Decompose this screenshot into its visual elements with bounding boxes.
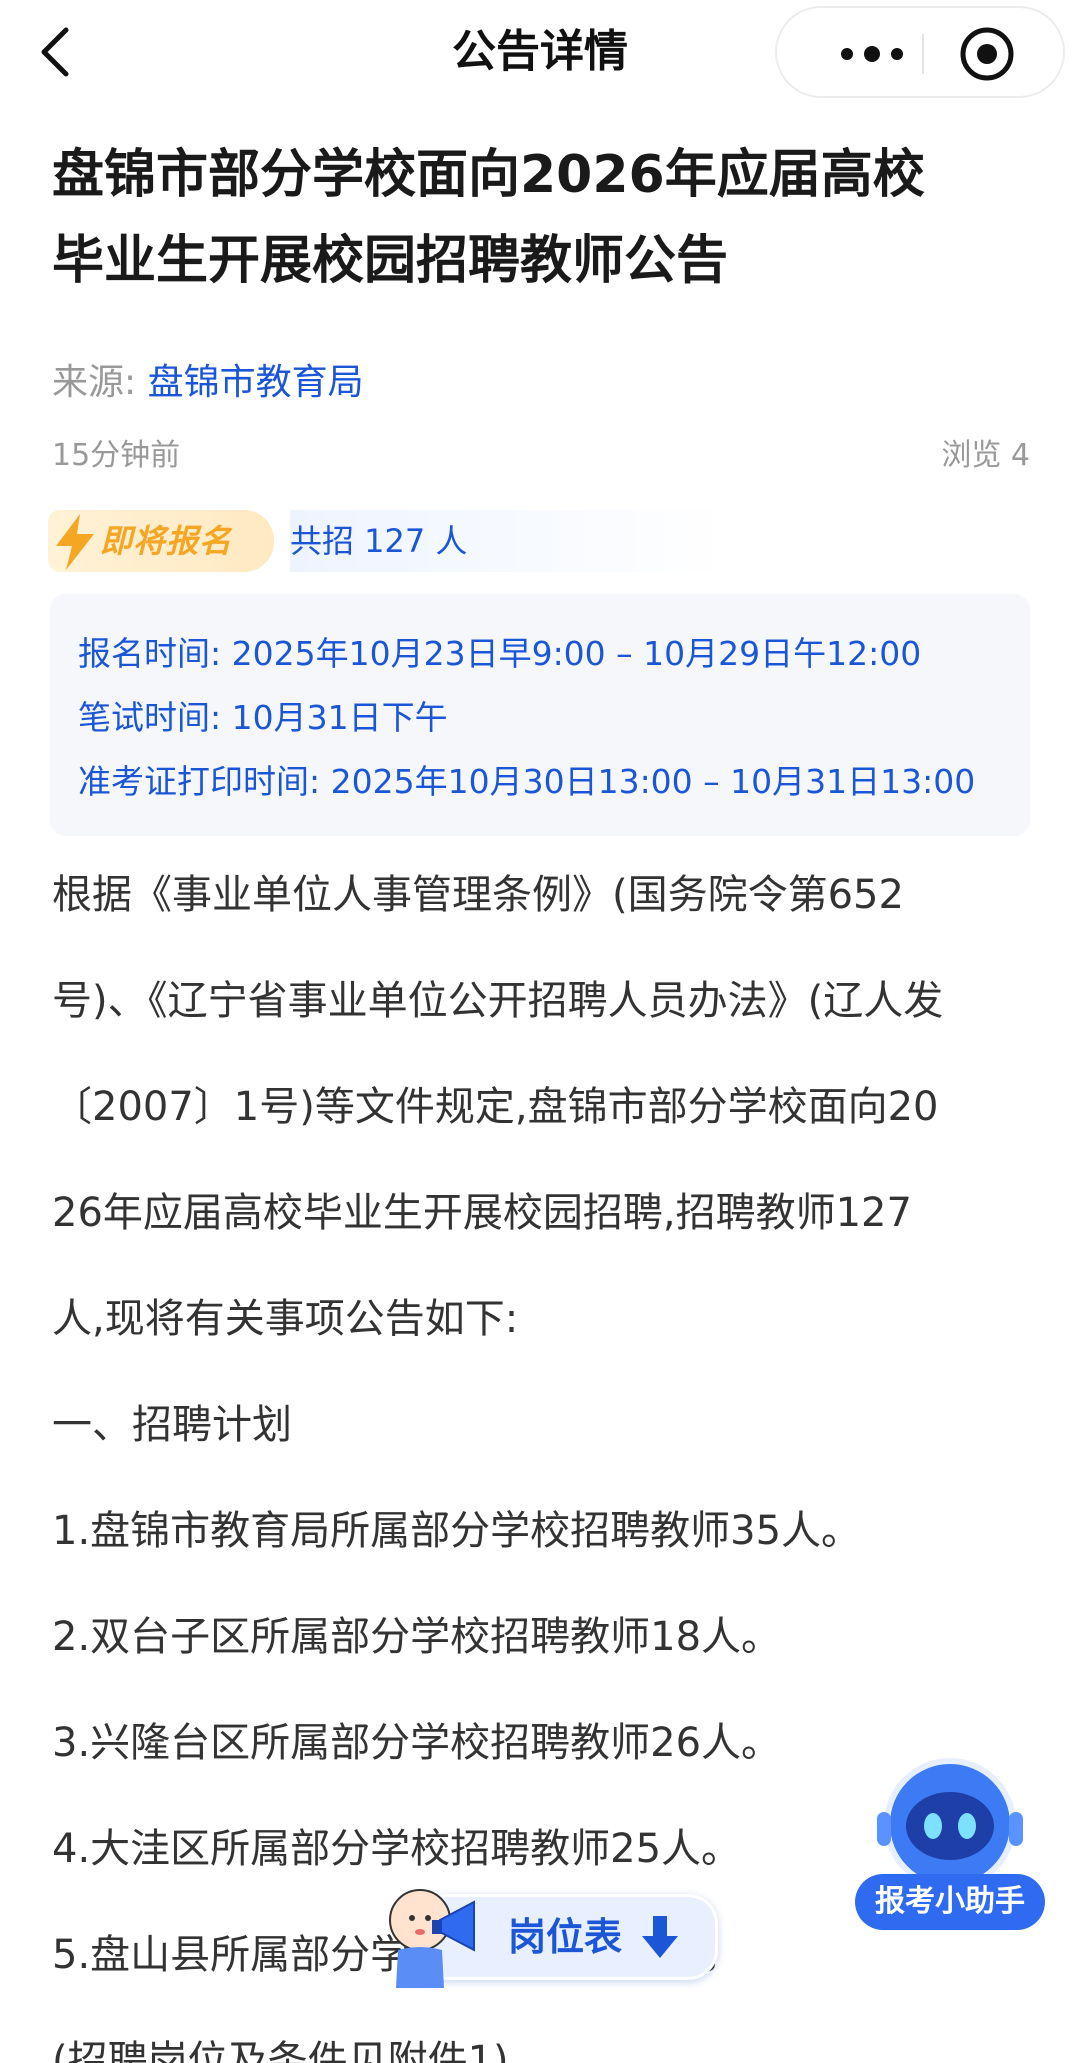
lightning-icon	[56, 514, 94, 570]
admission-print-time: 准考证打印时间: 2025年10月30日13:00 – 10月31日13:00	[78, 762, 976, 801]
article-title-line-2: 毕业生开展校园招聘教师公告	[52, 231, 729, 291]
body-line: 号)、《辽宁省事业单位公开招聘人员办法》(辽人发	[52, 978, 944, 1024]
exam-time: 笔试时间: 10月31日下午	[78, 698, 448, 737]
body-line: 26年应届高校毕业生开展校园招聘,招聘教师127	[52, 1190, 912, 1236]
source-link[interactable]: 盘锦市教育局	[148, 362, 364, 403]
mini-program-capsule	[775, 6, 1065, 98]
view-count: 浏览 4	[941, 438, 1030, 473]
job-table-button[interactable]: 岗位表	[378, 1880, 718, 1990]
exam-assistant-button[interactable]: 报考小助手	[855, 1752, 1045, 1940]
megaphone-mascot-icon	[389, 1889, 475, 1988]
navigation-bar: 公告详情	[0, 0, 1080, 108]
body-line: 1.盘锦市教育局所属部分学校招聘教师35人。	[52, 1508, 862, 1554]
source-label: 来源:	[52, 362, 137, 403]
article-meta: 15分钟前 浏览 4	[52, 434, 1030, 478]
robot-assistant-icon	[877, 1758, 1023, 1890]
article-source: 来源: 盘锦市教育局	[52, 358, 364, 408]
body-line: 2.双台子区所属部分学校招聘教师18人。	[52, 1614, 782, 1660]
assistant-label: 报考小助手	[855, 1874, 1045, 1930]
status-strip: 即将报名 共招 127 人	[48, 510, 730, 572]
more-dots-icon[interactable]	[817, 26, 927, 82]
body-line: 人,现将有关事项公告如下:	[52, 1296, 519, 1342]
article-title-line-1: 盘锦市部分学校面向2026年应届高校	[52, 145, 925, 205]
down-arrow-icon	[642, 1916, 678, 1958]
status-badge-label: 即将报名	[100, 522, 233, 560]
recruit-quota: 共招 127 人	[290, 510, 730, 572]
publish-time: 15分钟前	[52, 438, 181, 473]
section-heading: 一、招聘计划	[52, 1402, 292, 1448]
registration-time: 报名时间: 2025年10月23日早9:00 – 10月29日午12:00	[78, 634, 922, 673]
body-line: (招聘岗位及条件见附件1)	[52, 2038, 509, 2063]
article-title: 盘锦市部分学校面向2026年应届高校 毕业生开展校园招聘教师公告	[52, 132, 1032, 304]
schedule-box: 报名时间: 2025年10月23日早9:00 – 10月29日午12:00 笔试…	[50, 594, 1030, 836]
body-line: 根据《事业单位人事管理条例》(国务院令第652	[52, 872, 904, 918]
capsule-divider	[922, 34, 924, 74]
body-line: 〔2007〕1号)等文件规定,盘锦市部分学校面向20	[52, 1084, 939, 1130]
job-table-label: 岗位表	[508, 1915, 623, 1959]
status-badge: 即将报名	[48, 510, 274, 572]
target-circle-icon[interactable]	[957, 24, 1017, 84]
